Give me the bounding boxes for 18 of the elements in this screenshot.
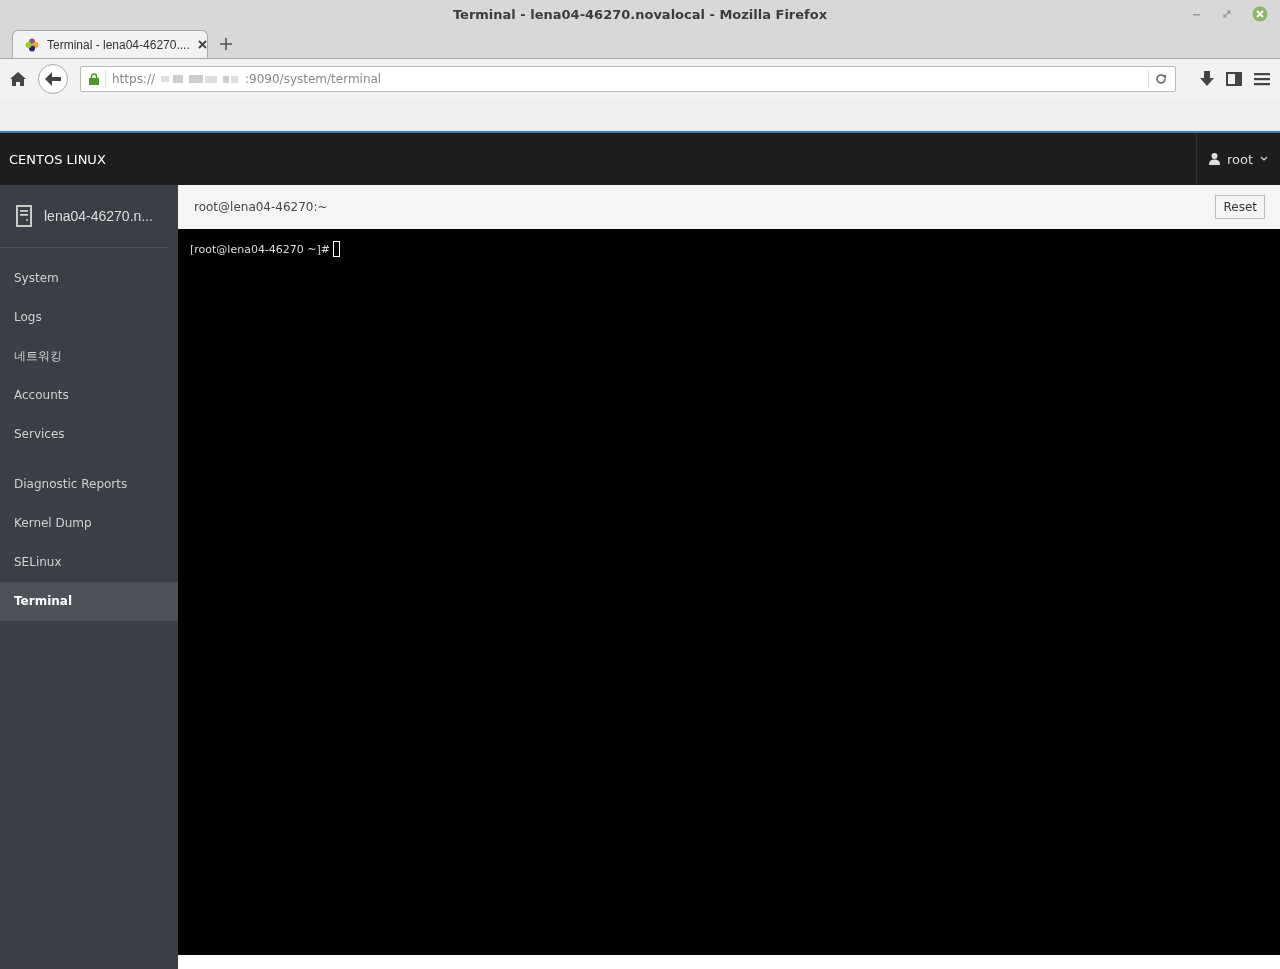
address-field[interactable]: https:// :9090/system/terminal bbox=[80, 66, 1176, 92]
sidebar-item[interactable]: Logs bbox=[0, 298, 178, 337]
window-title: Terminal - lena04-46270.novalocal - Mozilla Firefox bbox=[452, 6, 828, 22]
prompt-text: [root@lena04-46270 ~]# bbox=[190, 242, 331, 256]
sidebar-item[interactable]: Services bbox=[0, 415, 178, 454]
sidebar-item[interactable]: Terminal bbox=[0, 582, 178, 621]
sidebar-item[interactable]: Accounts bbox=[0, 376, 178, 415]
host-name[interactable]: lena04-46270.n... bbox=[44, 208, 153, 224]
sidebar-item[interactable]: Diagnostic Reports bbox=[0, 465, 178, 504]
sidebar-item[interactable]: 네트워킹 bbox=[0, 337, 178, 376]
terminal-screen[interactable]: [root@lena04-46270 ~]# bbox=[178, 229, 1280, 955]
brand-name[interactable]: CENTOS LINUX bbox=[9, 151, 106, 167]
sidebar-item[interactable]: Kernel Dump bbox=[0, 504, 178, 543]
sidebar-item[interactable]: SELinux bbox=[0, 543, 178, 582]
sidebar-item[interactable]: System bbox=[0, 259, 178, 298]
reset-button[interactable]: Reset bbox=[1215, 195, 1265, 219]
browser-tab[interactable]: Terminal - lena04-46270.... bbox=[12, 30, 208, 58]
terminal-title: root@lena04-46270:~ bbox=[194, 200, 328, 214]
